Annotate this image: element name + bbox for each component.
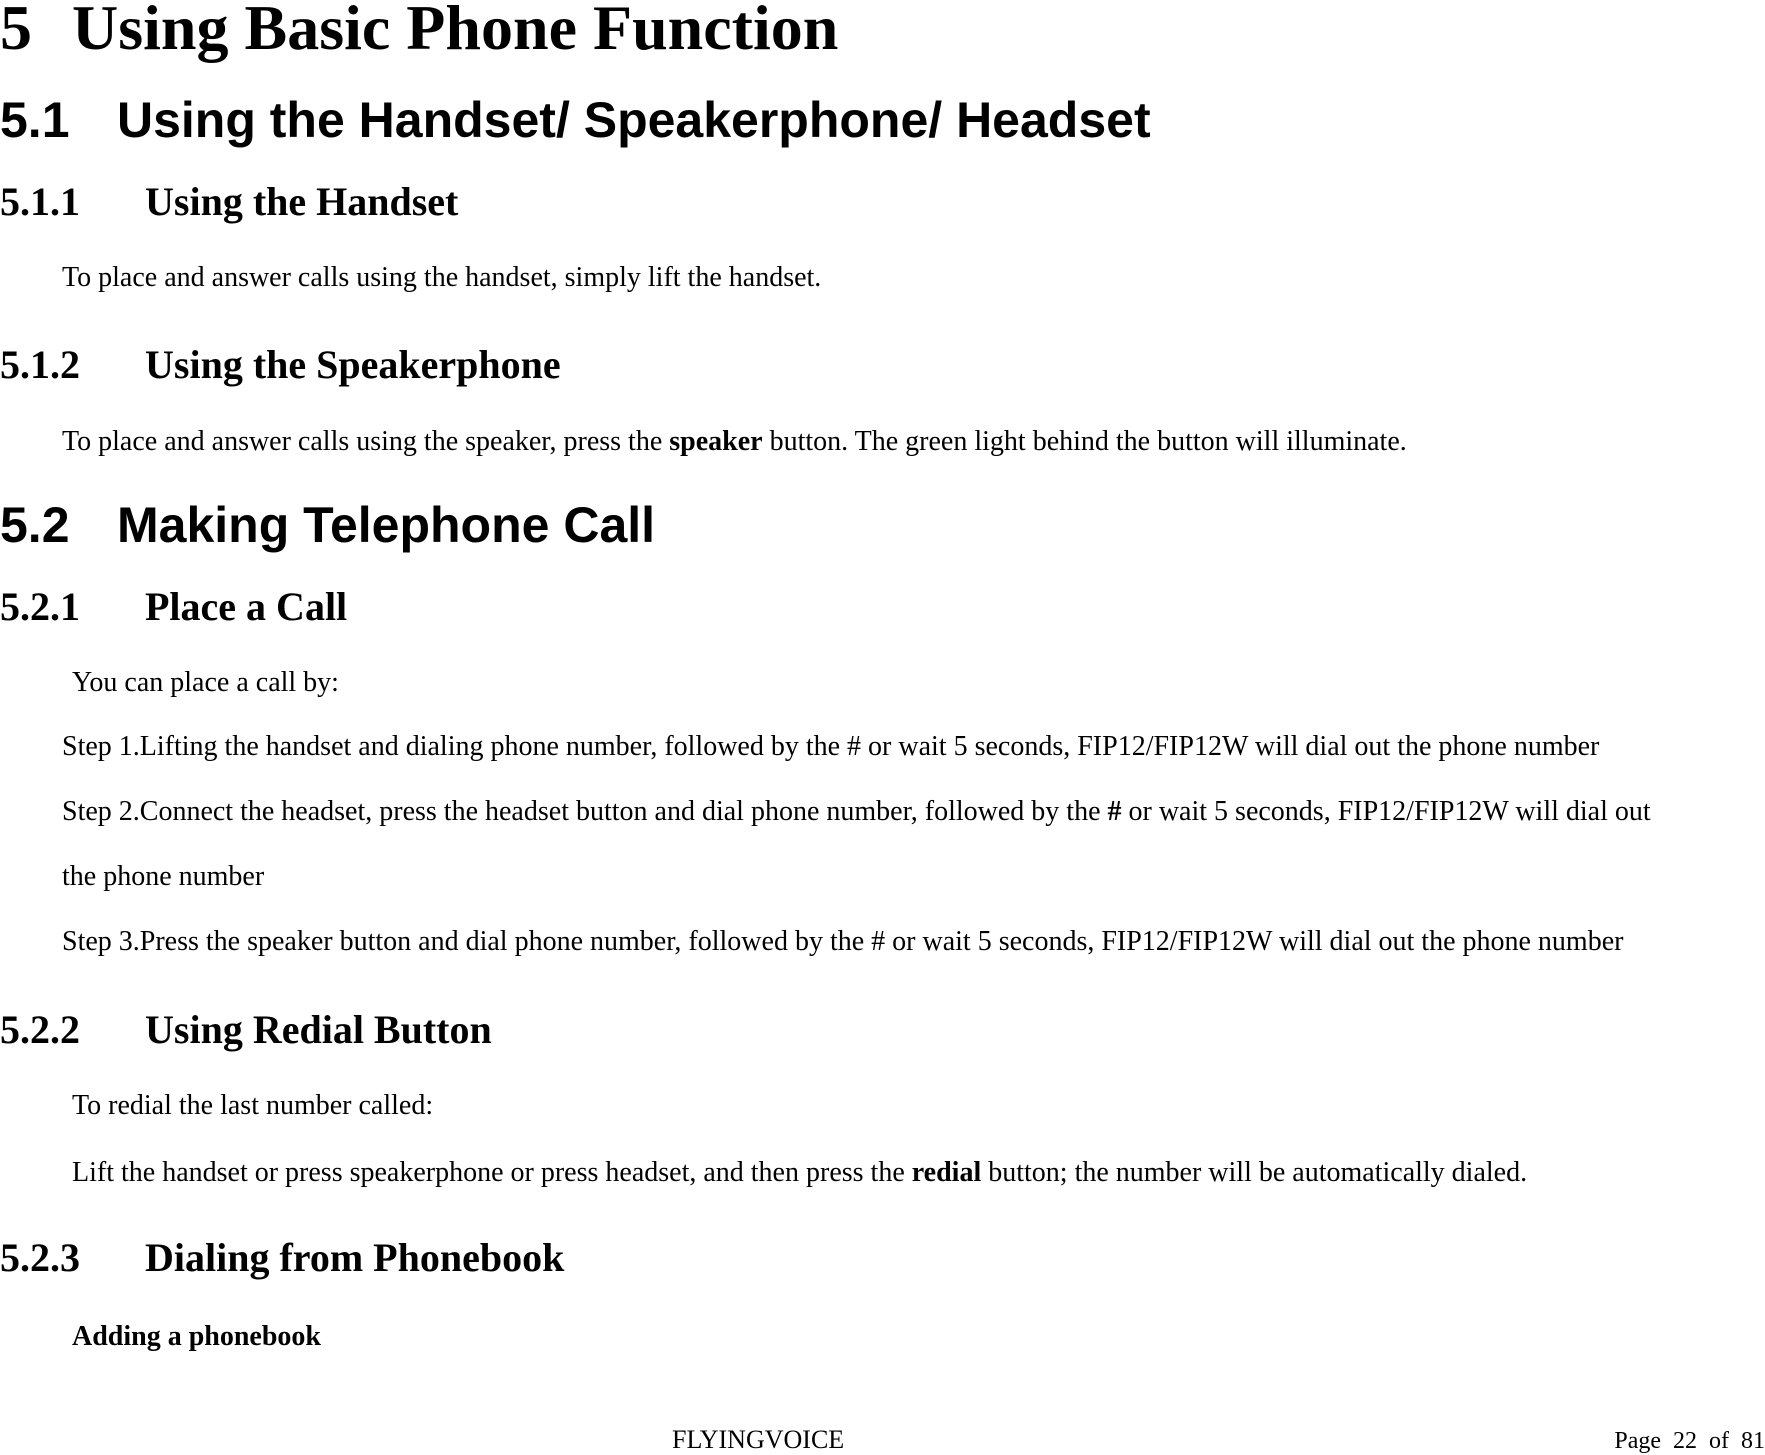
chapter-title: Using Basic Phone Function bbox=[72, 0, 839, 63]
section-heading-5-2: 5.2 Making Telephone Call bbox=[0, 500, 655, 550]
subsection-number: 5.2.3 bbox=[0, 1235, 80, 1280]
subsection-title: Dialing from Phonebook bbox=[145, 1235, 565, 1280]
step-1: Step 1.Lifting the handset and dialing p… bbox=[62, 731, 1600, 762]
subsection-number: 5.1.2 bbox=[0, 342, 80, 387]
text: or wait 5 seconds, FIP12/FIP12W will dia… bbox=[1121, 796, 1651, 827]
adding-phonebook-subheading: Adding a phonebook bbox=[72, 1321, 322, 1352]
redial-keyword: redial bbox=[911, 1157, 982, 1188]
section-title: Making Telephone Call bbox=[117, 497, 656, 553]
redial-paragraph: Lift the handset or press speakerphone o… bbox=[72, 1159, 1527, 1187]
text: button; the number will be automatically… bbox=[981, 1157, 1528, 1188]
subsection-number: 5.2.1 bbox=[0, 584, 80, 629]
footer-page-number: Page 22 of 81 bbox=[1614, 1429, 1765, 1453]
subsection-heading-5-2-3: 5.2.3 Dialing from Phonebook bbox=[0, 1238, 564, 1278]
speaker-keyword: speaker bbox=[669, 426, 763, 457]
chapter-heading: 5 Using Basic Phone Function bbox=[0, 0, 838, 60]
handset-paragraph: To place and answer calls using the hand… bbox=[62, 262, 822, 293]
section-number: 5.2 bbox=[0, 497, 70, 553]
step-2: Step 2.Connect the headset, press the he… bbox=[62, 798, 1651, 826]
footer-brand: FLYINGVOICE bbox=[672, 1425, 845, 1454]
hash-key: # bbox=[1107, 796, 1122, 827]
chapter-number: 5 bbox=[0, 0, 32, 63]
text: Step 2.Connect the headset, press the he… bbox=[62, 796, 1108, 827]
page-of: of bbox=[1709, 1428, 1729, 1454]
subsection-title: Using the Speakerphone bbox=[145, 342, 561, 387]
page-current: 22 bbox=[1673, 1428, 1697, 1454]
section-heading-5-1: 5.1 Using the Handset/ Speakerphone/ Head… bbox=[0, 95, 1151, 145]
section-number: 5.1 bbox=[0, 92, 70, 148]
page-label: Page bbox=[1614, 1428, 1661, 1454]
subsection-number: 5.2.2 bbox=[0, 1007, 80, 1052]
redial-intro: To redial the last number called: bbox=[72, 1090, 434, 1121]
subsection-title: Using the Handset bbox=[145, 179, 459, 224]
text: button. The green light behind the butto… bbox=[762, 426, 1407, 457]
subsection-heading-5-1-1: 5.1.1 Using the Handset bbox=[0, 182, 458, 222]
subsection-number: 5.1.1 bbox=[0, 179, 80, 224]
text: Lift the handset or press speakerphone o… bbox=[72, 1157, 912, 1188]
section-title: Using the Handset/ Speakerphone/ Headset bbox=[117, 92, 1151, 148]
subsection-heading-5-1-2: 5.1.2 Using the Speakerphone bbox=[0, 345, 561, 385]
step-2-continuation: the phone number bbox=[62, 861, 265, 892]
subsection-heading-5-2-1: 5.2.1 Place a Call bbox=[0, 587, 347, 627]
subsection-heading-5-2-2: 5.2.2 Using Redial Button bbox=[0, 1010, 492, 1050]
text: To place and answer calls using the spea… bbox=[62, 426, 670, 457]
subsection-title: Using Redial Button bbox=[145, 1007, 492, 1052]
speakerphone-paragraph: To place and answer calls using the spea… bbox=[62, 428, 1407, 456]
subsection-title: Place a Call bbox=[145, 584, 348, 629]
page-total: 81 bbox=[1741, 1428, 1765, 1454]
place-call-intro: You can place a call by: bbox=[72, 667, 339, 698]
step-3: Step 3.Press the speaker button and dial… bbox=[62, 926, 1624, 957]
